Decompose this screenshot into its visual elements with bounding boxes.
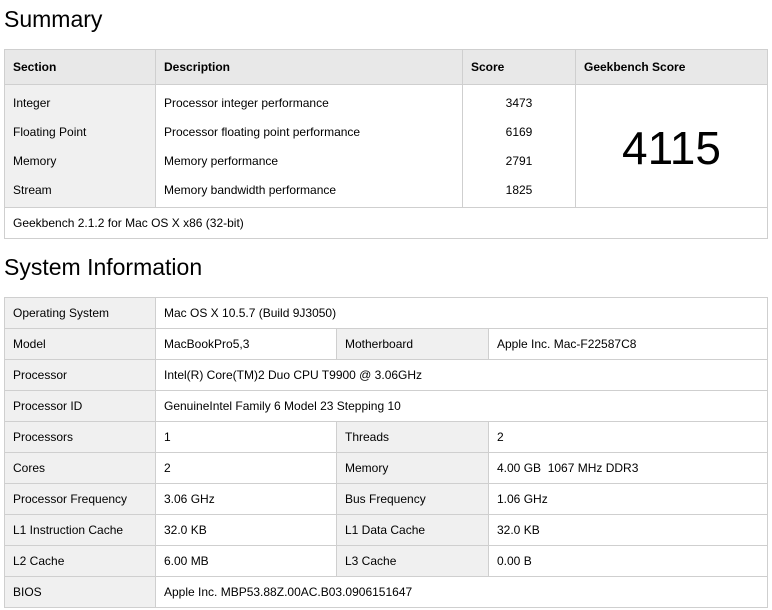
section-stream: Stream: [5, 175, 156, 208]
motherboard-label: Motherboard: [337, 329, 489, 360]
score-memory: 2791: [463, 146, 576, 175]
processor-value: Intel(R) Core(TM)2 Duo CPU T9900 @ 3.06G…: [156, 360, 768, 391]
l2-cache-value: 6.00 MB: [156, 546, 337, 577]
description-stream: Memory bandwidth performance: [156, 175, 463, 208]
score-stream: 1825: [463, 175, 576, 208]
column-header-score: Score: [463, 50, 576, 85]
processor-label: Processor: [5, 360, 156, 391]
model-label: Model: [5, 329, 156, 360]
cores-value: 2: [156, 453, 337, 484]
memory-value: 4.00 GB 1067 MHz DDR3: [489, 453, 768, 484]
processors-value: 1: [156, 422, 337, 453]
score-floating-point: 6169: [463, 117, 576, 146]
l1-instruction-cache-label: L1 Instruction Cache: [5, 515, 156, 546]
score-integer: 3473: [463, 85, 576, 118]
description-floating-point: Processor floating point performance: [156, 117, 463, 146]
table-row: Model MacBookPro5,3 Motherboard Apple In…: [5, 329, 768, 360]
table-row: L1 Instruction Cache 32.0 KB L1 Data Cac…: [5, 515, 768, 546]
table-row: L2 Cache 6.00 MB L3 Cache 0.00 B: [5, 546, 768, 577]
summary-header-row: Section Description Score Geekbench Scor…: [5, 50, 768, 85]
l1-data-cache-value: 32.0 KB: [489, 515, 768, 546]
table-row: Processor ID GenuineIntel Family 6 Model…: [5, 391, 768, 422]
section-memory: Memory: [5, 146, 156, 175]
l3-cache-label: L3 Cache: [337, 546, 489, 577]
summary-footer-row: Geekbench 2.1.2 for Mac OS X x86 (32-bit…: [5, 208, 768, 239]
geekbench-overall-score: 4115: [576, 85, 768, 208]
system-information-heading: System Information: [4, 254, 202, 281]
column-header-section: Section: [5, 50, 156, 85]
operating-system-value: Mac OS X 10.5.7 (Build 9J3050): [156, 298, 768, 329]
l2-cache-label: L2 Cache: [5, 546, 156, 577]
processor-frequency-label: Processor Frequency: [5, 484, 156, 515]
processor-frequency-value: 3.06 GHz: [156, 484, 337, 515]
column-header-geekbench-score: Geekbench Score: [576, 50, 768, 85]
threads-label: Threads: [337, 422, 489, 453]
column-header-description: Description: [156, 50, 463, 85]
table-row: Operating System Mac OS X 10.5.7 (Build …: [5, 298, 768, 329]
table-row: Processor Intel(R) Core(TM)2 Duo CPU T99…: [5, 360, 768, 391]
description-integer: Processor integer performance: [156, 85, 463, 118]
summary-table: Section Description Score Geekbench Scor…: [4, 49, 768, 239]
bios-label: BIOS: [5, 577, 156, 608]
system-information-table: Operating System Mac OS X 10.5.7 (Build …: [4, 297, 768, 608]
l3-cache-value: 0.00 B: [489, 546, 768, 577]
table-row: Cores 2 Memory 4.00 GB 1067 MHz DDR3: [5, 453, 768, 484]
bus-frequency-value: 1.06 GHz: [489, 484, 768, 515]
geekbench-version: Geekbench 2.1.2 for Mac OS X x86 (32-bit…: [5, 208, 768, 239]
bus-frequency-label: Bus Frequency: [337, 484, 489, 515]
cores-label: Cores: [5, 453, 156, 484]
threads-value: 2: [489, 422, 768, 453]
section-integer: Integer: [5, 85, 156, 118]
l1-data-cache-label: L1 Data Cache: [337, 515, 489, 546]
model-value: MacBookPro5,3: [156, 329, 337, 360]
operating-system-label: Operating System: [5, 298, 156, 329]
memory-label: Memory: [337, 453, 489, 484]
table-row: Integer Processor integer performance 34…: [5, 85, 768, 118]
table-row: Processor Frequency 3.06 GHz Bus Frequen…: [5, 484, 768, 515]
processors-label: Processors: [5, 422, 156, 453]
processor-id-value: GenuineIntel Family 6 Model 23 Stepping …: [156, 391, 768, 422]
motherboard-value: Apple Inc. Mac-F22587C8: [489, 329, 768, 360]
table-row: BIOS Apple Inc. MBP53.88Z.00AC.B03.09061…: [5, 577, 768, 608]
table-row: Processors 1 Threads 2: [5, 422, 768, 453]
description-memory: Memory performance: [156, 146, 463, 175]
summary-heading: Summary: [4, 6, 102, 33]
l1-instruction-cache-value: 32.0 KB: [156, 515, 337, 546]
processor-id-label: Processor ID: [5, 391, 156, 422]
section-floating-point: Floating Point: [5, 117, 156, 146]
bios-value: Apple Inc. MBP53.88Z.00AC.B03.0906151647: [156, 577, 768, 608]
